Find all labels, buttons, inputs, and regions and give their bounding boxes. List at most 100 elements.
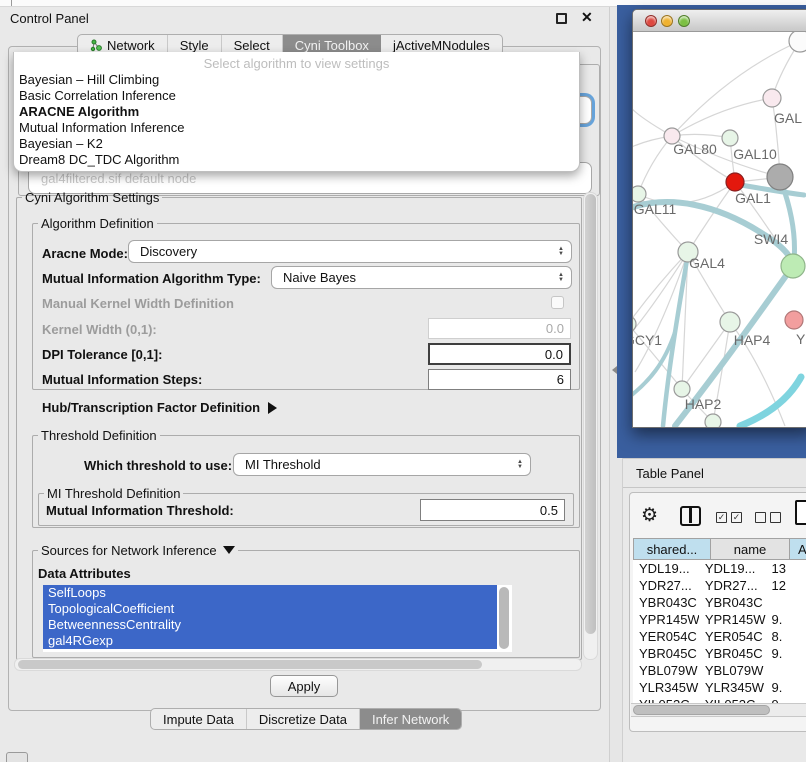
panel-corner-button[interactable]	[6, 752, 28, 762]
table-cell: 9.	[766, 679, 806, 696]
table-row[interactable]: YDR27...YDR27...12	[633, 577, 806, 594]
mi-algorithm-type-combobox[interactable]: Naive Bayes ▲▼	[271, 266, 572, 289]
table-row[interactable]: YER054CYER054C8.	[633, 628, 806, 645]
network-node[interactable]	[763, 89, 781, 107]
algorithm-option[interactable]: Bayesian – K2	[14, 136, 579, 152]
node-label: HAP2	[685, 396, 722, 412]
dpi-tolerance-label: DPI Tolerance [0,1]:	[42, 347, 162, 362]
gear-icon[interactable]: ⚙	[641, 504, 658, 527]
settings-horizontal-scrollbar-thumb[interactable]	[18, 660, 482, 669]
table-row[interactable]: YBL079WYBL079W	[633, 662, 806, 679]
apply-button[interactable]: Apply	[270, 675, 338, 697]
node-label: GAL	[774, 110, 802, 126]
column-header[interactable]: name	[711, 538, 790, 560]
network-node[interactable]	[726, 173, 744, 191]
sources-title-toggle[interactable]: Sources for Network Inference	[38, 543, 238, 558]
kernel-width-label: Kernel Width (0,1):	[42, 322, 157, 337]
table-row[interactable]: YIL052CYIL052C9	[633, 696, 806, 703]
node-label: SWI4	[754, 231, 788, 247]
network-graph: GALGAL80GAL10GAL1GAL11SWI4GAL4GCY1HAP4YH…	[633, 32, 806, 428]
network-window-titlebar[interactable]	[633, 10, 806, 32]
float-panel-icon[interactable]	[556, 13, 567, 24]
hub-definition-toggle[interactable]: Hub/Transcription Factor Definition	[42, 400, 277, 415]
column-header[interactable]: A	[790, 538, 806, 560]
network-node[interactable]	[722, 130, 738, 146]
network-canvas[interactable]: GALGAL80GAL10GAL1GAL11SWI4GAL4GCY1HAP4YH…	[633, 32, 806, 428]
table-cell: YIL052C	[699, 696, 766, 703]
mi-threshold-field[interactable]: 0.5	[420, 499, 565, 521]
network-edge	[672, 98, 772, 136]
threshold-definition-title: Threshold Definition	[38, 428, 160, 443]
attribute-option[interactable]: TopologicalCoefficient	[43, 601, 497, 617]
close-panel-icon[interactable]: ✕	[581, 9, 593, 26]
which-threshold-combobox[interactable]: MI Threshold ▲▼	[233, 453, 531, 476]
attribute-option[interactable]: BetweennessCentrality	[43, 617, 497, 633]
algorithm-option[interactable]: Mutual Information Inference	[14, 120, 579, 136]
select-all-checkboxes-icon[interactable]: ✓✓	[716, 512, 742, 523]
close-window-icon[interactable]	[645, 15, 657, 27]
attributes-list-scrollbar[interactable]	[499, 587, 509, 649]
network-node[interactable]	[767, 164, 793, 190]
attribute-option[interactable]: gal4RGexp	[43, 633, 497, 649]
minimize-window-icon[interactable]	[661, 15, 673, 27]
attribute-option[interactable]: SelfLoops	[43, 585, 497, 601]
network-window: GALGAL80GAL10GAL1GAL11SWI4GAL4GCY1HAP4YH…	[632, 9, 806, 428]
stepper-arrows-icon: ▲▼	[517, 460, 523, 470]
table-horizontal-scrollbar-thumb[interactable]	[633, 705, 770, 715]
document-icon[interactable]	[795, 500, 806, 525]
algorithm-dropdown-prompt: Select algorithm to view settings	[14, 52, 579, 72]
mi-algorithm-type-value: Naive Bayes	[283, 270, 356, 285]
table-cell: YDR27...	[699, 577, 766, 594]
network-node[interactable]	[674, 381, 690, 397]
manual-kernel-width-checkbox[interactable]	[551, 296, 564, 309]
node-label: GCY1	[633, 332, 662, 348]
network-node[interactable]	[781, 254, 805, 278]
deselect-all-checkboxes-icon[interactable]	[755, 512, 781, 523]
network-node[interactable]	[785, 311, 803, 329]
table-panel-header: Table Panel	[623, 458, 806, 488]
table-row[interactable]: YBR043CYBR043C	[633, 594, 806, 611]
table-cell: YDL19...	[699, 560, 766, 577]
data-attributes-label: Data Attributes	[38, 566, 131, 581]
data-attributes-list: SelfLoopsTopologicalCoefficientBetweenne…	[43, 585, 512, 652]
table-row[interactable]: YLR345WYLR345W9.	[633, 679, 806, 696]
tab-label: Style	[180, 38, 209, 53]
network-icon	[90, 39, 103, 52]
network-edge	[672, 134, 730, 138]
dpi-tolerance-field[interactable]: 0.0	[428, 343, 571, 365]
algorithm-option[interactable]: Basic Correlation Inference	[14, 88, 579, 104]
mi-steps-value: 6	[557, 372, 564, 387]
bottom-tab-discretize-data[interactable]: Discretize Data	[247, 709, 360, 729]
column-header[interactable]: shared...	[633, 538, 711, 560]
network-node[interactable]	[789, 32, 806, 52]
node-label: Y	[796, 331, 806, 347]
network-node[interactable]	[633, 186, 646, 202]
algorithm-option[interactable]: Bayesian – Hill Climbing	[14, 72, 579, 88]
algorithm-option[interactable]: ARACNE Algorithm	[14, 104, 579, 120]
table-row[interactable]: YBR045CYBR045C9.	[633, 645, 806, 662]
bottom-tab-impute-data[interactable]: Impute Data	[151, 709, 247, 729]
table-row[interactable]: YDL19...YDL19...13	[633, 560, 806, 577]
columns-icon[interactable]	[680, 506, 701, 526]
bottom-tabbar: Impute Data Discretize Data Infer Network	[150, 708, 462, 730]
stepper-arrows-icon: ▲▼	[558, 247, 564, 257]
table-cell: YDR27...	[633, 577, 699, 594]
table-cell	[766, 594, 806, 611]
network-node[interactable]	[705, 414, 721, 428]
table-row[interactable]: YPR145WYPR145W9.	[633, 611, 806, 628]
algorithm-option[interactable]: Dream8 DC_TDC Algorithm	[14, 152, 579, 168]
bottom-tab-infer-network[interactable]: Infer Network	[360, 709, 461, 729]
mi-steps-field[interactable]: 6	[428, 369, 571, 390]
mi-steps-label: Mutual Information Steps:	[42, 372, 202, 387]
tab-label: Infer Network	[372, 712, 449, 727]
kernel-width-field[interactable]: 0.0	[428, 318, 571, 339]
table-cell: YIL052C	[633, 696, 699, 703]
tab-label: Discretize Data	[259, 712, 347, 727]
zoom-window-icon[interactable]	[678, 15, 690, 27]
network-node[interactable]	[633, 316, 636, 332]
aracne-mode-combobox[interactable]: Discovery ▲▼	[128, 240, 572, 263]
network-node[interactable]	[720, 312, 740, 332]
table-header-row: shared...nameA	[633, 538, 806, 560]
table-cell: 9.	[766, 645, 806, 662]
settings-vertical-scrollbar-thumb[interactable]	[585, 194, 596, 634]
